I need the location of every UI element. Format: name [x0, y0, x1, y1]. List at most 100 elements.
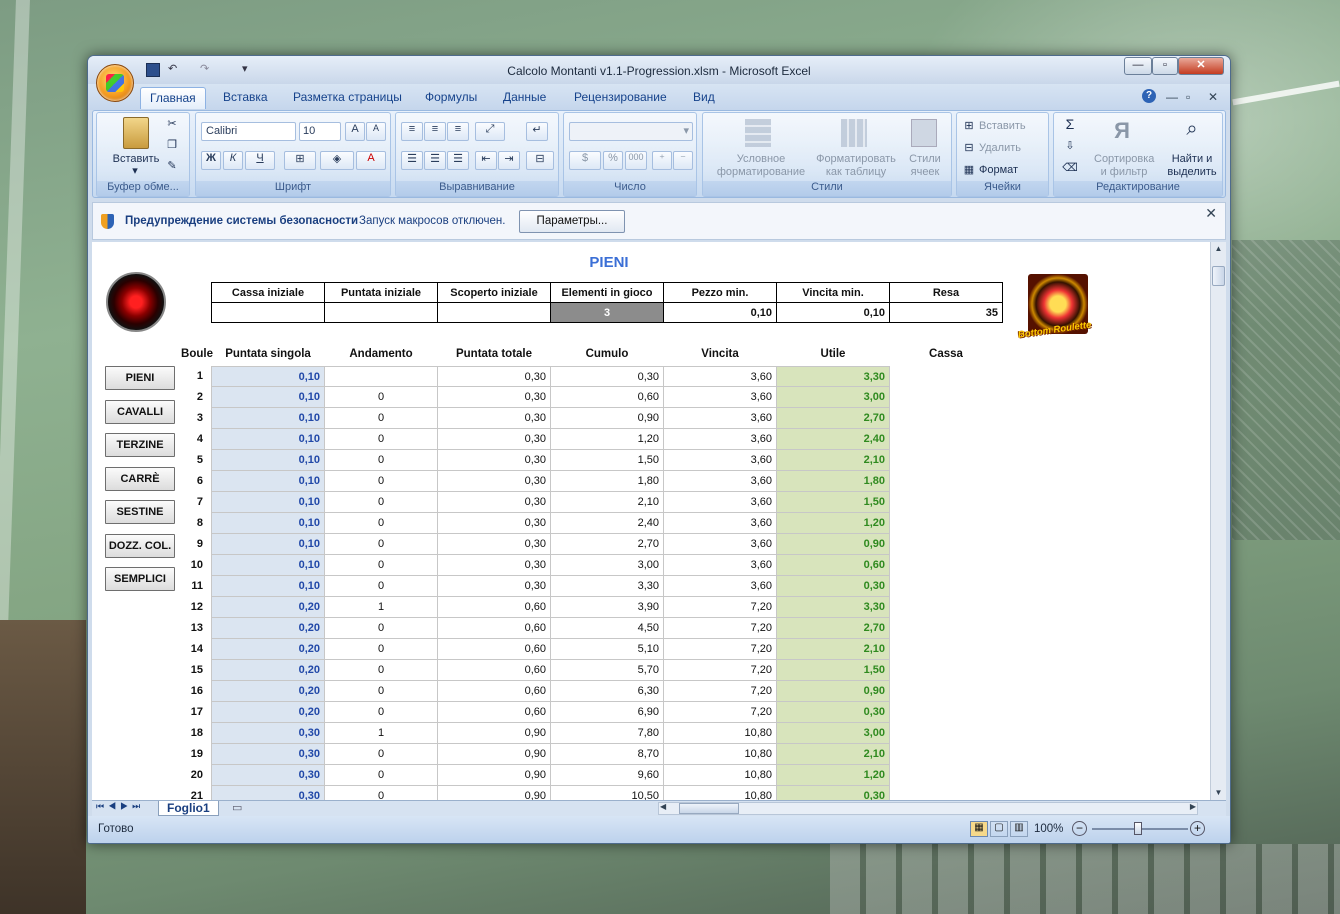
table-cell[interactable]: 2,10: [776, 744, 890, 765]
table-cell[interactable]: 3,60: [663, 555, 777, 576]
zoom-out-icon[interactable]: −: [1072, 821, 1087, 836]
table-cell[interactable]: 0: [324, 786, 438, 800]
table-cell[interactable]: 0,10: [211, 534, 325, 555]
format-as-table-button[interactable]: Форматировать как таблицу: [811, 153, 901, 179]
table-cell[interactable]: 0: [324, 429, 438, 450]
hscroll-thumb[interactable]: [679, 803, 739, 814]
scroll-up-icon[interactable]: ▲: [1211, 242, 1226, 256]
table-cell[interactable]: 0: [324, 492, 438, 513]
table-cell[interactable]: 7,80: [550, 723, 664, 744]
table-cell[interactable]: 0,10: [211, 408, 325, 429]
table-cell[interactable]: 0: [324, 576, 438, 597]
hscroll-right-icon[interactable]: ▶: [1190, 802, 1196, 811]
table-cell[interactable]: 3,60: [663, 471, 777, 492]
table-cell[interactable]: 0: [324, 639, 438, 660]
table-cell[interactable]: 0: [324, 744, 438, 765]
zoom-in-icon[interactable]: +: [1190, 821, 1205, 836]
increase-indent-button[interactable]: ⇥: [498, 151, 520, 170]
table-cell[interactable]: 2,10: [776, 450, 890, 471]
tab-formulas[interactable]: Формулы: [425, 90, 477, 104]
table-cell[interactable]: 10,80: [663, 744, 777, 765]
table-cell[interactable]: 1,80: [550, 471, 664, 492]
tab-data[interactable]: Данные: [503, 90, 546, 104]
autosum-icon[interactable]: Σ: [1061, 117, 1079, 131]
table-cell[interactable]: 0: [324, 702, 438, 723]
table-cell[interactable]: 3,60: [663, 387, 777, 408]
table-cell[interactable]: 2,40: [776, 429, 890, 450]
font-name-select[interactable]: Calibri: [201, 122, 296, 141]
italic-button[interactable]: К: [223, 151, 243, 170]
save-icon[interactable]: [146, 63, 160, 77]
table-cell[interactable]: 0,30: [211, 786, 325, 800]
table-cell[interactable]: 0,30: [437, 450, 551, 471]
fill-color-button[interactable]: ◈: [320, 151, 354, 170]
table-cell[interactable]: 7,20: [663, 660, 777, 681]
sheet-tab-foglio1[interactable]: Foglio1: [158, 801, 219, 816]
table-cell[interactable]: 6,90: [550, 702, 664, 723]
table-cell[interactable]: 10,80: [663, 765, 777, 786]
table-cell[interactable]: 3,90: [550, 597, 664, 618]
table-cell[interactable]: 10,80: [663, 723, 777, 744]
table-cell[interactable]: 0,30: [211, 744, 325, 765]
table-cell[interactable]: 3,00: [776, 723, 890, 744]
grow-font-button[interactable]: A: [345, 122, 365, 141]
table-cell[interactable]: 0,90: [437, 744, 551, 765]
table-cell[interactable]: 0,20: [211, 681, 325, 702]
table-cell[interactable]: 5,70: [550, 660, 664, 681]
table-cell[interactable]: 0,10: [211, 492, 325, 513]
table-cell[interactable]: 7,20: [663, 681, 777, 702]
find-select-button[interactable]: Найти и выделить: [1162, 153, 1222, 179]
font-size-select[interactable]: 10: [299, 122, 341, 141]
wrap-text-button[interactable]: ↵: [526, 122, 548, 141]
summary-value[interactable]: 0,10: [776, 302, 890, 323]
shrink-font-button[interactable]: A: [366, 122, 386, 141]
sort-filter-button[interactable]: Сортировка и фильтр: [1094, 153, 1154, 179]
title-bar[interactable]: Calcolo Montanti v1.1-Progression.xlsm -…: [88, 56, 1230, 84]
table-cell[interactable]: 6,30: [550, 681, 664, 702]
table-cell[interactable]: 0,90: [776, 534, 890, 555]
table-cell[interactable]: 0,30: [211, 723, 325, 744]
options-button[interactable]: Параметры...: [519, 210, 625, 233]
macro-button-pieni[interactable]: PIENI: [105, 366, 175, 390]
table-cell[interactable]: 1,20: [776, 765, 890, 786]
clear-icon[interactable]: ⌫: [1061, 162, 1079, 175]
table-cell[interactable]: 1,50: [776, 660, 890, 681]
fill-icon[interactable]: ⇩: [1061, 140, 1079, 153]
macro-button-terzine[interactable]: TERZINE: [105, 433, 175, 457]
table-cell[interactable]: 3,60: [663, 450, 777, 471]
ribbon-close-icon[interactable]: ✕: [1208, 90, 1218, 104]
align-bottom-button[interactable]: ≡: [447, 122, 469, 141]
table-cell[interactable]: 0,30: [437, 429, 551, 450]
table-cell[interactable]: 3,30: [550, 576, 664, 597]
macro-button-sestine[interactable]: SESTINE: [105, 500, 175, 524]
table-cell[interactable]: 7,20: [663, 618, 777, 639]
table-cell[interactable]: 1,80: [776, 471, 890, 492]
table-cell[interactable]: 10,80: [663, 786, 777, 800]
tab-insert[interactable]: Вставка: [223, 90, 268, 104]
tab-page-layout[interactable]: Разметка страницы: [293, 90, 402, 104]
table-cell[interactable]: 1: [324, 597, 438, 618]
table-cell[interactable]: 0: [324, 660, 438, 681]
table-cell[interactable]: 9,60: [550, 765, 664, 786]
undo-icon[interactable]: ↶: [168, 62, 177, 78]
underline-button[interactable]: Ч: [245, 151, 275, 170]
borders-button[interactable]: ⊞: [284, 151, 316, 170]
table-cell[interactable]: 3,60: [663, 429, 777, 450]
table-cell[interactable]: 1,50: [776, 492, 890, 513]
hscroll-left-icon[interactable]: ◀: [660, 802, 666, 811]
table-cell[interactable]: 7,20: [663, 702, 777, 723]
macro-button-semplici[interactable]: SEMPLICI: [105, 567, 175, 591]
table-cell[interactable]: 0: [324, 534, 438, 555]
table-cell[interactable]: 0: [324, 471, 438, 492]
horizontal-scrollbar[interactable]: ◀ ▶: [658, 802, 1198, 815]
table-cell[interactable]: 3,60: [663, 534, 777, 555]
table-cell[interactable]: 0,10: [211, 450, 325, 471]
worksheet[interactable]: PIENI Cassa iniziale Puntata iniziale Scop…: [92, 242, 1210, 800]
table-cell[interactable]: 0,30: [437, 534, 551, 555]
table-cell[interactable]: 0,90: [437, 723, 551, 744]
copy-icon[interactable]: ❐: [165, 139, 179, 152]
table-cell[interactable]: [324, 366, 438, 387]
align-right-button[interactable]: ☰: [447, 151, 469, 170]
decrease-indent-button[interactable]: ⇤: [475, 151, 497, 170]
table-cell[interactable]: 0: [324, 555, 438, 576]
